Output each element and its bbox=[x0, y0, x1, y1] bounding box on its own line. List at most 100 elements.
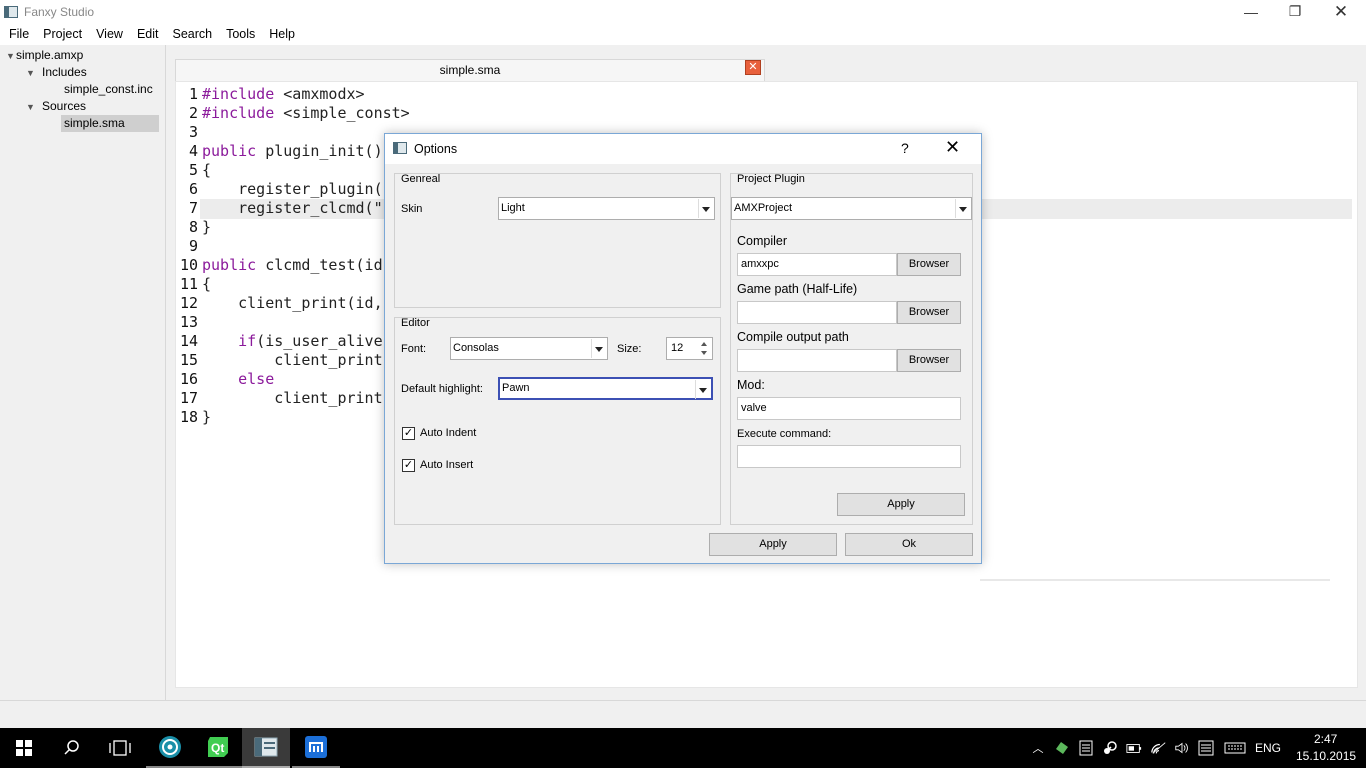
code-keyword: else bbox=[238, 370, 275, 388]
default-highlight-select[interactable]: Pawn bbox=[498, 377, 713, 400]
menu-file[interactable]: File bbox=[2, 23, 36, 45]
code-text-segment: clcmd_test(id bbox=[256, 256, 383, 274]
expand-arrow-icon[interactable]: ▼ bbox=[6, 48, 16, 65]
language-indicator[interactable]: ENG bbox=[1255, 741, 1281, 755]
tree-item-sources[interactable]: ▼ Sources bbox=[26, 98, 86, 115]
code-line: { bbox=[202, 161, 211, 180]
code-line: public plugin_init() bbox=[202, 142, 383, 161]
status-bar bbox=[0, 700, 1366, 728]
code-keyword: if bbox=[238, 332, 257, 350]
plugin-select[interactable]: AMXProject bbox=[731, 197, 972, 220]
font-select[interactable]: Consolas bbox=[450, 337, 608, 360]
task-view-button[interactable] bbox=[96, 728, 144, 768]
size-spinbox[interactable]: 12 bbox=[666, 337, 713, 360]
line-number: 10 bbox=[179, 256, 198, 274]
tab-close-icon[interactable]: ✕ bbox=[745, 60, 761, 75]
menu-view[interactable]: View bbox=[89, 23, 130, 45]
fanxy-studio-icon bbox=[254, 737, 278, 757]
horizontal-scrollbar[interactable] bbox=[980, 579, 1330, 581]
menu-search[interactable]: Search bbox=[165, 23, 219, 45]
code-line: { bbox=[202, 275, 211, 294]
tree-item-source-file[interactable]: simple.sma bbox=[61, 115, 159, 132]
volume-icon[interactable] bbox=[1174, 740, 1190, 756]
skin-select[interactable]: Light bbox=[498, 197, 715, 220]
windows-logo-icon bbox=[16, 740, 32, 756]
wifi-icon[interactable] bbox=[1151, 740, 1167, 756]
plugin-apply-button[interactable]: Apply bbox=[837, 493, 965, 516]
auto-indent-checkbox[interactable]: ✓ bbox=[402, 427, 415, 440]
restore-button[interactable]: ❐ bbox=[1272, 0, 1318, 23]
line-number: 13 bbox=[179, 313, 198, 331]
code-line: public clcmd_test(id bbox=[202, 256, 383, 275]
steam-icon[interactable] bbox=[1102, 740, 1118, 756]
line-number: 15 bbox=[179, 351, 198, 369]
tree-item-includes[interactable]: ▼ Includes bbox=[26, 64, 87, 81]
compile-output-path-field[interactable] bbox=[737, 349, 897, 372]
clock-time[interactable]: 2:47 bbox=[1314, 732, 1337, 746]
clock-date[interactable]: 15.10.2015 bbox=[1296, 749, 1356, 763]
line-number: 1 bbox=[188, 85, 198, 103]
code-keyword: #include bbox=[202, 85, 275, 103]
compiler-field[interactable]: amxxpc bbox=[737, 253, 897, 276]
taskbar-app-fanxy-studio[interactable] bbox=[242, 728, 290, 768]
line-number: 16 bbox=[179, 370, 198, 388]
ok-button[interactable]: Ok bbox=[845, 533, 973, 556]
auto-insert-checkbox[interactable]: ✓ bbox=[402, 459, 415, 472]
spin-down-icon[interactable] bbox=[697, 349, 711, 359]
line-number: 17 bbox=[179, 389, 198, 407]
taskbar-app-1[interactable] bbox=[146, 728, 194, 768]
app-orb-icon bbox=[159, 736, 181, 758]
menu-project[interactable]: Project bbox=[36, 23, 89, 45]
search-button[interactable] bbox=[48, 728, 96, 768]
code-line: client_print bbox=[202, 389, 383, 408]
general-group-title: Genreal bbox=[401, 173, 441, 185]
apply-button[interactable]: Apply bbox=[709, 533, 837, 556]
code-keyword: public bbox=[202, 256, 257, 274]
code-text-segment: } bbox=[202, 408, 212, 426]
help-button[interactable]: ? bbox=[901, 140, 909, 156]
code-line: client_print(id, bbox=[202, 294, 383, 313]
battery-icon[interactable] bbox=[1126, 740, 1142, 756]
execute-command-field[interactable] bbox=[737, 445, 961, 468]
taskbar-app-maxthon[interactable] bbox=[292, 728, 340, 768]
mod-field[interactable]: valve bbox=[737, 397, 961, 420]
code-text-segment: client_print bbox=[202, 389, 383, 407]
code-text-segment: register_clcmd(" bbox=[202, 199, 383, 217]
code-line: register_clcmd(" bbox=[202, 199, 383, 218]
taskbar-app-qt[interactable]: Qt bbox=[194, 728, 242, 768]
game-path-field[interactable] bbox=[737, 301, 897, 324]
minimize-button[interactable]: — bbox=[1228, 0, 1274, 23]
menu-help[interactable]: Help bbox=[262, 23, 302, 45]
compiler-browse-button[interactable]: Browser bbox=[897, 253, 961, 276]
line-number: 3 bbox=[188, 123, 198, 141]
dropdown-arrow-icon bbox=[698, 199, 713, 218]
line-number: 4 bbox=[188, 142, 198, 160]
expand-arrow-icon[interactable]: ▼ bbox=[26, 65, 36, 82]
line-number: 18 bbox=[179, 408, 198, 426]
line-number: 8 bbox=[188, 218, 198, 236]
code-line: client_print bbox=[202, 351, 382, 370]
expand-arrow-icon[interactable]: ▼ bbox=[26, 99, 36, 116]
show-hidden-icons-icon[interactable]: ︿ bbox=[1030, 740, 1046, 756]
tray-app-icon[interactable] bbox=[1054, 740, 1070, 756]
dialog-close-button[interactable]: ✕ bbox=[945, 137, 960, 158]
tree-item-include-file[interactable]: simple_const.inc bbox=[64, 81, 153, 98]
game-path-browse-button[interactable]: Browser bbox=[897, 301, 961, 324]
code-text-segment: } bbox=[202, 218, 212, 236]
svg-text:Qt: Qt bbox=[211, 741, 224, 755]
start-button[interactable] bbox=[0, 728, 48, 768]
output-path-browse-button[interactable]: Browser bbox=[897, 349, 961, 372]
menu-edit[interactable]: Edit bbox=[130, 23, 166, 45]
keyboard-icon[interactable] bbox=[1224, 740, 1246, 756]
tray-document-icon[interactable] bbox=[1078, 740, 1094, 756]
auto-insert-label: Auto Insert bbox=[420, 459, 474, 471]
spin-up-icon[interactable] bbox=[697, 339, 711, 349]
code-line: else bbox=[202, 370, 274, 389]
tree-item-project[interactable]: ▼simple.amxp bbox=[6, 47, 83, 64]
close-button[interactable]: ✕ bbox=[1318, 0, 1364, 23]
action-center-icon[interactable] bbox=[1198, 740, 1214, 756]
general-group bbox=[394, 173, 721, 308]
tab-simple-sma[interactable]: simple.sma bbox=[175, 59, 765, 81]
menu-tools[interactable]: Tools bbox=[219, 23, 262, 45]
